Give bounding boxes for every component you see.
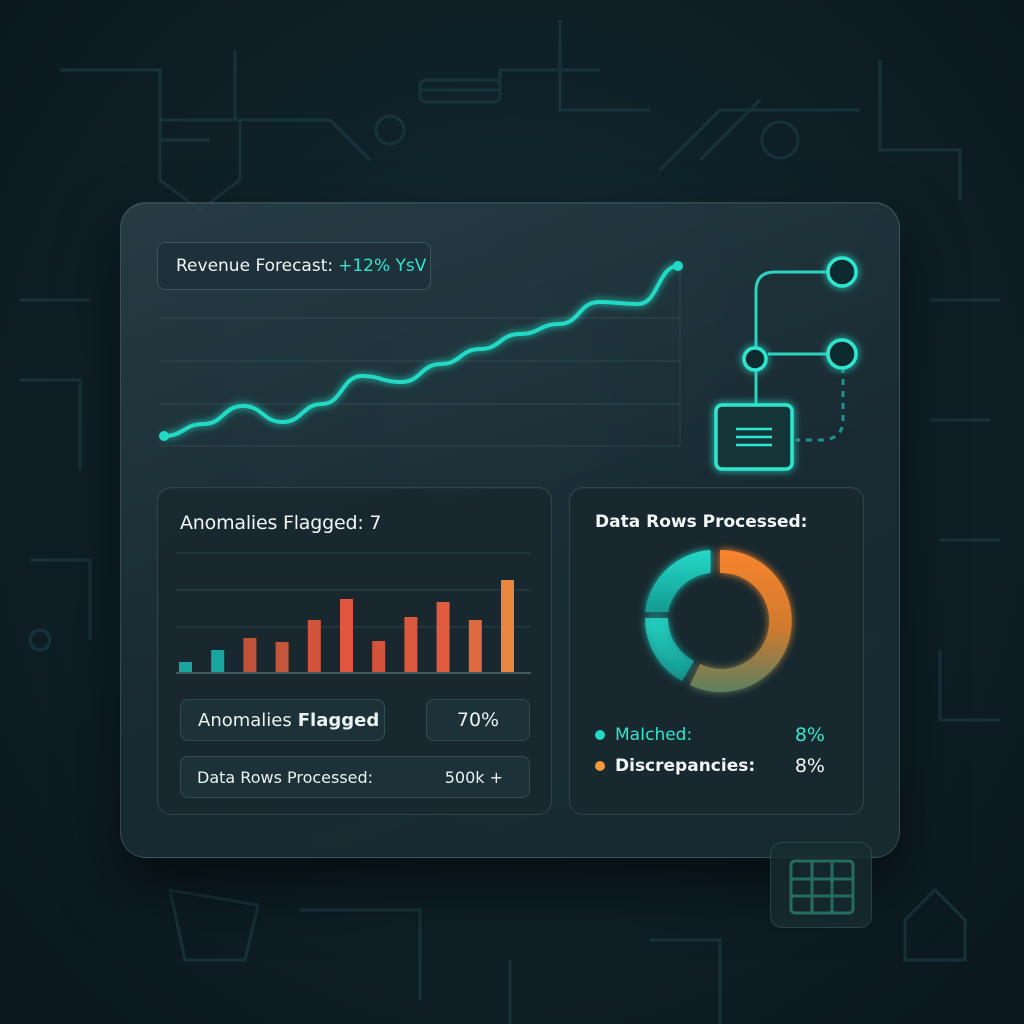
- anomalies-bar-chart: [176, 552, 531, 674]
- anomaly-bar: [243, 638, 257, 672]
- anomaly-bar: [179, 662, 192, 672]
- legend-discrepancies: Discrepancies: 8%: [595, 755, 825, 777]
- matched-value: 8%: [794, 724, 825, 746]
- flow-node-icon: [826, 256, 858, 288]
- matched-label: MaIched:: [615, 725, 693, 745]
- anomaly-bar: [501, 580, 514, 672]
- flow-node-icon: [742, 346, 768, 372]
- donut-segment-matched: [644, 618, 694, 681]
- anomaly-bar: [340, 599, 353, 672]
- anomalies-flagged-stat: Anomalies Flagged: [180, 699, 385, 741]
- flow-connector: [754, 270, 828, 362]
- anomaly-bar: [211, 650, 225, 672]
- donut-segment-matched: [645, 550, 711, 612]
- revenue-trend-line: [162, 264, 680, 438]
- table-grid-icon: [770, 842, 872, 928]
- revenue-gridlines: [160, 264, 681, 447]
- data-rows-donut-chart: [644, 549, 792, 692]
- anomaly-bar: [468, 620, 482, 672]
- data-rows-card: Data Rows Processed: MaIched: 8% Discrep…: [569, 487, 864, 815]
- anomalies-stat-prefix: Anomalies: [198, 709, 292, 731]
- anomalies-title: Anomalies Flagged: 7: [180, 512, 382, 534]
- rows-processed-stat: Data Rows Processed: 500k +: [180, 756, 530, 798]
- flow-diagram: [714, 256, 858, 471]
- revenue-line-chart: [159, 261, 683, 447]
- anomaly-bar: [275, 642, 289, 672]
- rows-processed-label: Data Rows Processed:: [197, 767, 374, 787]
- flow-node-icon: [826, 338, 858, 370]
- anomalies-card: Anomalies Flagged: 7 Anomalies Flagged 7…: [157, 487, 552, 815]
- anomaly-bar: [372, 641, 386, 672]
- flow-connector-dashed: [796, 367, 845, 442]
- trend-start-point: [159, 431, 169, 441]
- anomaly-bar: [307, 620, 321, 672]
- anomaly-bar: [404, 617, 418, 672]
- legend-matched: MaIched: 8%: [595, 724, 825, 746]
- discrepancies-label: Discrepancies:: [615, 756, 756, 776]
- trend-end-point: [673, 261, 683, 271]
- discrepancies-dot-icon: [595, 761, 605, 771]
- anomaly-bar: [436, 602, 450, 672]
- discrepancies-value: 8%: [794, 755, 825, 777]
- anomalies-flagged-value: 70%: [426, 699, 530, 741]
- rows-processed-value: 500k +: [444, 767, 503, 787]
- matched-dot-icon: [595, 730, 605, 740]
- anomalies-stat-strong: Flagged: [297, 709, 380, 731]
